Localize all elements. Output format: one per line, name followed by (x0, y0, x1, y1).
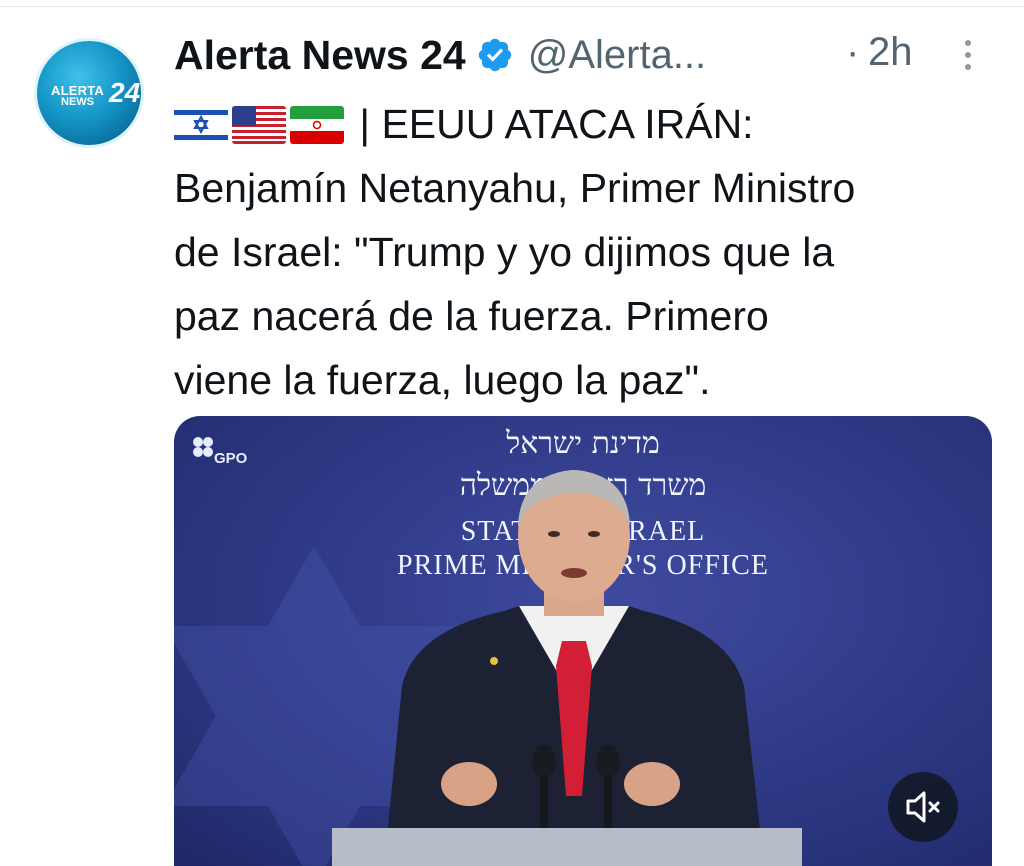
israel-flag-icon (174, 106, 228, 144)
tweet-line-3: de Israel: "Trump y yo dijimos que la (174, 229, 835, 275)
video-player[interactable]: GPO מדינת ישראל משרד ראש הממשלה STATE OF… (174, 416, 992, 866)
tweet-line-2: Benjamín Netanyahu, Primer Ministro (174, 165, 856, 211)
usa-flag-icon (232, 106, 286, 144)
speaker-figure (332, 470, 802, 866)
avatar-logo-number: 24 (109, 77, 141, 108)
time-separator: · (846, 30, 860, 74)
account-handle[interactable]: @Alerta... (528, 33, 706, 78)
account-name[interactable]: Alerta News 24 (174, 32, 466, 79)
top-divider (0, 6, 1024, 7)
tweet-text: | EEUU ATACA IRÁN: Benjamín Netanyahu, P… (174, 92, 1004, 412)
verified-badge-icon[interactable] (476, 36, 514, 74)
avatar[interactable]: ALERTA NEWS 24 (34, 38, 144, 148)
more-options-icon[interactable] (958, 40, 978, 80)
avatar-logo-subtext: NEWS (61, 96, 94, 108)
iran-flag-icon (290, 106, 344, 144)
tweet-timestamp[interactable]: 2h (868, 30, 913, 75)
avatar-logo: ALERTA NEWS 24 (47, 77, 141, 113)
tweet-line-5: viene la fuerza, luego la paz". (174, 357, 711, 403)
tweet-line-1: | EEUU ATACA IRÁN: (174, 92, 1004, 156)
speaker-muted-icon (906, 791, 940, 823)
tweet-header: Alerta News 24 @Alerta... (174, 30, 706, 80)
tweet-line-4: paz nacerá de la fuerza. Primero (174, 293, 769, 339)
tweet-line-1-text: | EEUU ATACA IRÁN: (359, 101, 754, 147)
mute-button[interactable] (888, 772, 958, 842)
